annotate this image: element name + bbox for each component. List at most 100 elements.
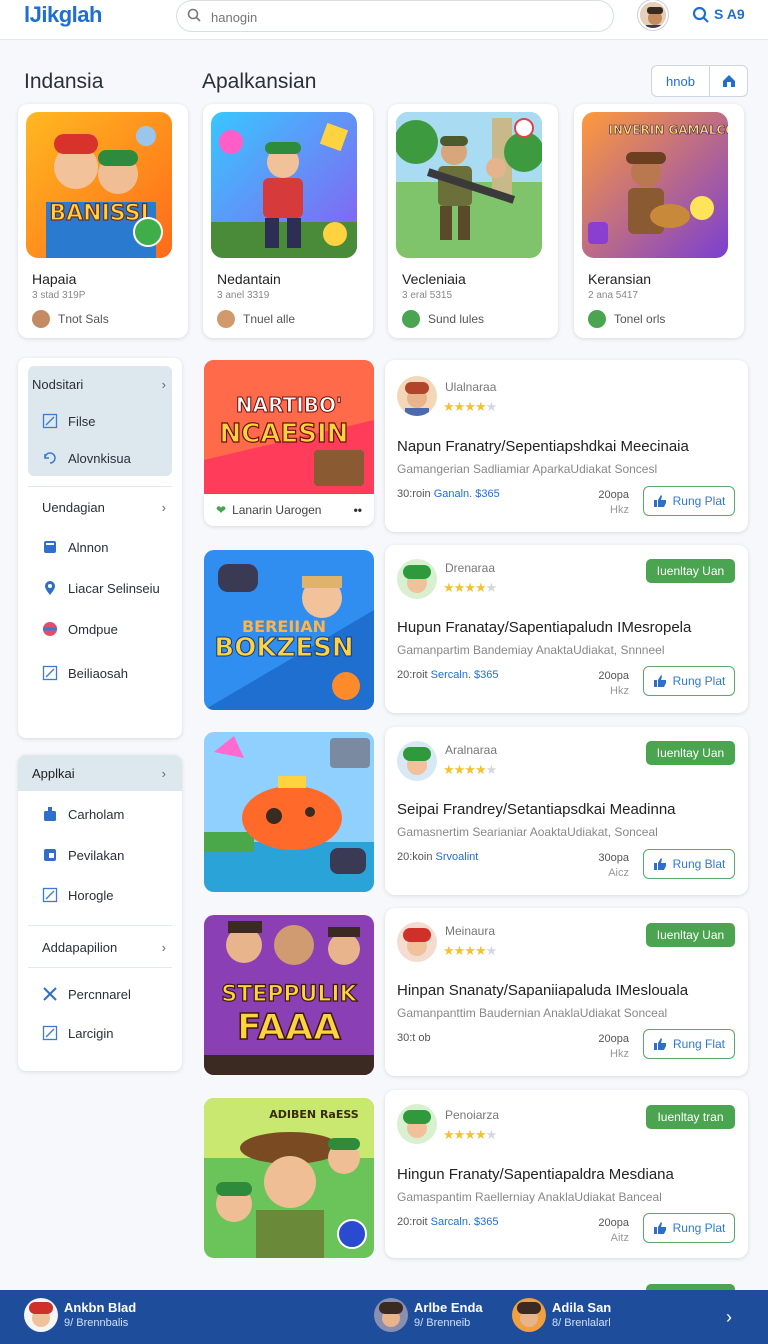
search-box[interactable] xyxy=(176,0,614,32)
app-thumbnail[interactable]: STEPPULIK FAAA xyxy=(204,915,374,1075)
app-list-card[interactable]: Penoiarza ★★★★★ Iuenltay tran Hingun Fra… xyxy=(385,1090,748,1258)
play-button[interactable]: Rung Plat xyxy=(643,1213,735,1243)
globe-icon xyxy=(43,622,57,636)
box-icon xyxy=(44,849,56,861)
avatar xyxy=(397,922,437,962)
sidebar-item-uendagian[interactable]: Uendagian › xyxy=(28,489,172,525)
thumbnail-text: ADIBEN RaESS xyxy=(269,1108,359,1121)
app-meta: 30:t ob xyxy=(397,1032,431,1044)
developer-name: Ulalnaraa xyxy=(445,380,497,394)
location-icon xyxy=(45,581,55,595)
sidebar-item-carholam[interactable]: Carholam xyxy=(28,796,172,832)
sidebar-item-alnnon[interactable]: Alnnon xyxy=(28,529,172,565)
featured-card[interactable]: Vecleniaia 3 eral 5315 Sund lules xyxy=(388,104,558,338)
top-label[interactable]: S A9 xyxy=(714,6,745,22)
avatar xyxy=(24,1298,58,1332)
featured-meta: 2 ana 5417 xyxy=(588,290,639,301)
sidebar-item-nodsitari[interactable]: Nodsitari › xyxy=(28,366,172,402)
avatar xyxy=(397,559,437,599)
featured-art-text: INVERIN GAMALCON xyxy=(609,123,728,137)
app-subtitle: Gamaspantim Raellerniay AnaklaUdiakat Ba… xyxy=(397,1190,662,1204)
avatar xyxy=(397,741,437,781)
sidebar-item-percnnarel[interactable]: Percnnarel xyxy=(28,976,172,1012)
user-avatar[interactable] xyxy=(638,0,668,30)
play-button[interactable]: Rung Flat xyxy=(643,1029,735,1059)
play-button[interactable]: Rung Plat xyxy=(643,666,735,696)
rating-stars: ★★★★★ xyxy=(443,399,497,414)
view-toggle-label[interactable]: hnob xyxy=(652,66,710,96)
online-user[interactable]: Adila San 8/ Brenlalarl xyxy=(512,1298,611,1332)
tools-icon xyxy=(43,987,57,1001)
app-subtitle: Gamanpartim Bandemiay AnaktaUdiakat, Snn… xyxy=(397,643,665,657)
featured-name: Keransian xyxy=(588,271,652,287)
search-icon[interactable] xyxy=(692,6,710,24)
play-button[interactable]: Rung Plat xyxy=(643,486,735,516)
app-meta: 20:roit Sercaln. $365 xyxy=(397,669,499,681)
developer-name: Aralnaraa xyxy=(445,743,498,757)
featured-card[interactable]: Nedantain 3 anel 3319 Tnuel alle xyxy=(203,104,373,338)
sidebar-item-addapapilion[interactable]: Addapapilion › xyxy=(28,929,172,965)
online-user[interactable]: Arlbe Enda 9/ Brenneib xyxy=(374,1298,483,1332)
featured-art: INVERIN GAMALCON xyxy=(582,112,728,258)
avatar xyxy=(402,310,420,328)
featured-meta: 3 eral 5315 xyxy=(402,290,453,301)
thumbs-up-icon xyxy=(653,675,666,687)
status-badge[interactable]: Iuenltay Uan xyxy=(646,923,735,947)
app-thumbnail[interactable] xyxy=(204,732,374,892)
sidebar-item-alovnkisua[interactable]: Alovnkisua xyxy=(28,440,172,476)
sidebar-item-larcigin[interactable]: Larcigin xyxy=(28,1015,172,1051)
online-user[interactable]: Ankbn Blad 9/ Brennbalis xyxy=(24,1298,136,1332)
thumbnail-text: FAAA xyxy=(237,1007,341,1048)
search-icon xyxy=(187,8,201,22)
home-icon[interactable] xyxy=(710,66,747,96)
sidebar-item-omdpue[interactable]: Omdpue xyxy=(28,611,172,647)
app-list-card[interactable]: Ulalnaraa ★★★★★ Napun Franatry/Sepentiap… xyxy=(385,360,748,532)
app-size: 20opa Hkz xyxy=(598,1033,629,1060)
featured-card[interactable]: INVERIN GAMALCON Keransian 2 ana 5417 To… xyxy=(574,104,744,338)
status-badge[interactable]: Iuenltay tran xyxy=(646,1105,735,1129)
featured-art xyxy=(211,112,357,258)
app-logo[interactable]: lJikglah xyxy=(24,2,102,28)
app-title[interactable]: Seipai Frandrey/Setantiapsdkai Meadinna xyxy=(397,801,676,818)
app-list-card[interactable]: Drenaraa ★★★★★ Iuenltay Uan Hupun Franat… xyxy=(385,545,748,713)
rating-chip[interactable]: ❤ Lanarin Uarogen •• xyxy=(204,494,374,526)
app-title[interactable]: Hingun Franaty/Sapentiapaldra Mesdiana xyxy=(397,1166,674,1183)
sidebar-item-pevilakan[interactable]: Pevilakan xyxy=(28,837,172,873)
top-bar: lJikglah S A9 xyxy=(0,0,768,40)
section-title-main: Apalkansian xyxy=(202,70,317,93)
search-input[interactable] xyxy=(211,6,601,28)
thumbs-up-icon xyxy=(653,495,666,507)
status-badge[interactable]: Iuenltay Uan xyxy=(646,559,735,583)
sidebar-item-applkai[interactable]: Applkai › xyxy=(18,755,182,791)
featured-badge: Tnuel alle xyxy=(217,310,295,328)
avatar xyxy=(217,310,235,328)
bottom-bar: Ankbn Blad 9/ Brennbalis Arlbe Enda 9/ Bre… xyxy=(0,1290,768,1344)
chevron-right-icon[interactable]: › xyxy=(726,1307,732,1328)
app-meta: 20:koin Srvoalint xyxy=(397,851,479,863)
rating-stars: ★★★★★ xyxy=(443,580,497,595)
app-subtitle: Gamangerian Sadliamiar AparkaUdiakat Son… xyxy=(397,462,658,476)
sidebar-item-liacar[interactable]: Liacar Selinseiu xyxy=(28,570,172,606)
featured-card[interactable]: BANISSI Hapaia 3 stad 319P Tnot Sals xyxy=(18,104,188,338)
app-thumbnail[interactable]: NARTIBO' NCAESIN xyxy=(204,360,374,494)
app-subtitle: Gamanpanttim Baudernian AnaklaUdiakat So… xyxy=(397,1006,668,1020)
app-subtitle: Gamasnertim Searianiar AoaktaUdiakat, So… xyxy=(397,825,658,839)
app-list-card[interactable]: Aralnaraa ★★★★★ Iuenltay Uan Seipai Fran… xyxy=(385,727,748,895)
sidebar-item-beiliaosah[interactable]: Beiliaosah xyxy=(28,655,172,691)
featured-art-text: BANISSI xyxy=(49,201,148,226)
app-title[interactable]: Hinpan Snanaty/Sapaniiapaluda IMeslouala xyxy=(397,982,688,999)
sidebar-apps: Applkai › Carholam Pevilakan Horogle Add… xyxy=(18,755,182,1071)
developer-name: Penoiarza xyxy=(445,1108,500,1122)
thumbnail-text: STEPPULIK xyxy=(221,982,357,1007)
app-title[interactable]: Napun Franatry/Sepentiapshdkai Meecinaia xyxy=(397,438,689,455)
more-icon[interactable]: •• xyxy=(354,503,362,517)
status-badge[interactable]: Iuenltay Uan xyxy=(646,741,735,765)
app-title[interactable]: Hupun Franatay/Sapentiapaludn IMesropela xyxy=(397,619,691,636)
app-list-card[interactable]: Meinaura ★★★★★ Iuenltay Uan Hinpan Snana… xyxy=(385,908,748,1076)
app-thumbnail[interactable]: BEREIIAN BOKZESN xyxy=(204,550,374,710)
sidebar-item-filse[interactable]: Filse xyxy=(28,403,172,439)
featured-meta: 3 anel 3319 xyxy=(217,290,270,301)
app-thumbnail[interactable]: ADIBEN RaESS xyxy=(204,1098,374,1258)
play-button[interactable]: Rung Blat xyxy=(643,849,735,879)
sidebar-item-horogle[interactable]: Horogle xyxy=(28,877,172,913)
